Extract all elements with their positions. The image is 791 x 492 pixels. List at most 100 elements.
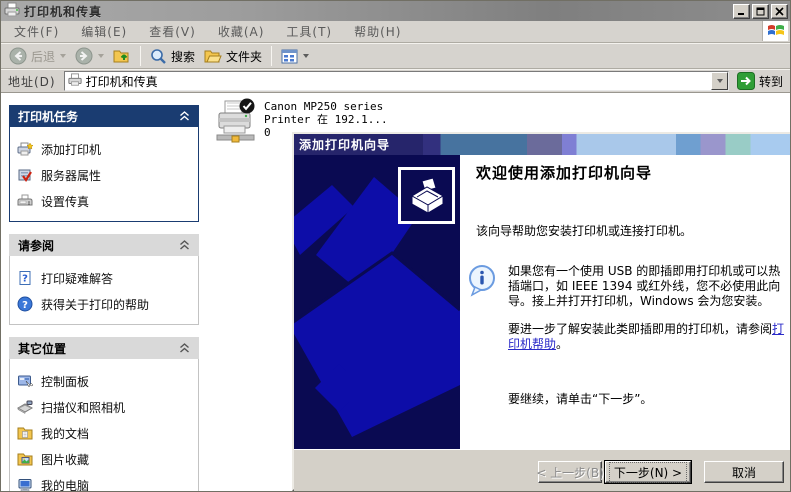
sidebar-item-my-computer[interactable]: 我的电脑 — [17, 472, 193, 491]
section-header-printer-tasks[interactable]: 打印机任务 — [9, 105, 199, 127]
wizard-watermark — [294, 155, 460, 449]
sidebar-item-label: 获得关于打印的帮助 — [41, 297, 150, 312]
menu-edit[interactable]: 编辑(E) — [70, 21, 138, 42]
printer-doc-count: 0 — [264, 126, 271, 139]
sidebar-item-control-panel[interactable]: 控制面板 — [17, 368, 193, 394]
control-panel-icon — [17, 373, 34, 389]
address-combo[interactable] — [63, 71, 729, 91]
section-header-other-places[interactable]: 其它位置 — [9, 337, 199, 359]
sidebar-item-label: 我的文档 — [41, 426, 90, 441]
wizard-printer-icon — [398, 167, 455, 224]
sidebar-item-get-help[interactable]: ? 获得关于打印的帮助 — [17, 291, 193, 317]
sidebar-item-scanners-cameras[interactable]: 扫描仪和照相机 — [16, 394, 193, 420]
add-printer-wizard-dialog: 添加打印机向导 欢迎使用添加打印机向导 该向导帮助您安装打印机或连接打印机。 如… — [292, 132, 790, 491]
address-input[interactable] — [85, 74, 707, 88]
wizard-intro: 该向导帮助您安装打印机或连接打印机。 — [476, 224, 693, 238]
sidebar-item-troubleshoot[interactable]: ? 打印疑难解答 — [17, 265, 193, 291]
views-icon — [281, 49, 298, 63]
troubleshoot-icon: ? — [17, 270, 33, 286]
svg-text:?: ? — [22, 274, 28, 285]
scanner-camera-icon — [16, 399, 34, 415]
default-printer-icon — [215, 98, 257, 147]
maximize-button[interactable] — [752, 3, 769, 19]
close-icon — [775, 6, 784, 16]
server-properties-icon — [17, 167, 33, 183]
close-button[interactable] — [771, 3, 788, 19]
menu-view[interactable]: 查看(V) — [138, 21, 207, 42]
sidebar-item-label: 扫描仪和照相机 — [41, 400, 126, 415]
section-other-places: 其它位置 控制面板 扫描仪和照相机 我的文档 图片收藏 我的电脑 — [9, 337, 199, 491]
views-button[interactable] — [277, 47, 313, 66]
my-documents-icon — [17, 425, 33, 441]
next-step-button[interactable]: 下一步(N) > — [604, 460, 692, 484]
window-title: 打印机和传真 — [24, 4, 103, 19]
setup-fax-icon — [17, 193, 33, 209]
section-title: 打印机任务 — [18, 109, 79, 124]
section-header-see-also[interactable]: 请参阅 — [9, 234, 199, 256]
printer-icon — [4, 2, 20, 21]
section-title: 请参阅 — [18, 238, 55, 253]
folders-button[interactable]: 文件夹 — [200, 46, 266, 67]
svg-text:?: ? — [22, 300, 28, 311]
printer-name: Canon MP250 series — [264, 100, 384, 113]
toolbar: 后退 搜索 文件夹 — [1, 43, 790, 69]
minimize-button[interactable] — [733, 3, 750, 19]
forward-icon — [75, 47, 93, 65]
printer-icon — [68, 72, 82, 90]
up-folder-icon — [113, 50, 129, 63]
sidebar-item-my-documents[interactable]: 我的文档 — [17, 420, 193, 446]
help-icon: ? — [17, 296, 33, 312]
section-see-also: 请参阅 ? 打印疑难解答 ? 获得关于打印的帮助 — [9, 234, 199, 325]
sidebar-item-setup-fax[interactable]: 设置传真 — [17, 188, 193, 214]
back-button[interactable]: 后退 — [5, 45, 70, 67]
search-button[interactable]: 搜索 — [146, 46, 199, 67]
menu-help[interactable]: 帮助(H) — [343, 21, 412, 42]
address-bar: 地址(D) 转到 — [1, 69, 790, 93]
sidebar-item-label: 添加打印机 — [41, 142, 102, 157]
address-label: 地址(D) — [8, 74, 56, 89]
add-printer-icon — [17, 141, 34, 157]
maximize-icon — [756, 7, 765, 15]
folders-icon — [204, 50, 222, 63]
wizard-title-bar: 添加打印机向导 — [294, 134, 790, 155]
forward-button[interactable] — [71, 45, 108, 67]
address-dropdown-button[interactable] — [710, 72, 728, 90]
menu-bar: 文件(F) 编辑(E) 查看(V) 收藏(A) 工具(T) 帮助(H) — [1, 21, 790, 43]
title-bar: 打印机和传真 — [1, 1, 790, 21]
search-icon — [151, 48, 166, 64]
back-icon — [9, 47, 27, 65]
wizard-continue-text: 要继续，请单击“下一步”。 — [508, 392, 653, 406]
chevron-up-icon — [180, 240, 189, 250]
menu-file[interactable]: 文件(F) — [3, 21, 70, 42]
up-button[interactable] — [109, 46, 135, 66]
wizard-info-paragraph: 如果您有一个使用 USB 的即插即用打印机或可以热插端口，如 IEEE 1394… — [508, 264, 781, 308]
back-dropdown-icon[interactable] — [60, 54, 67, 58]
forward-dropdown-icon[interactable] — [98, 54, 105, 58]
chevron-down-icon — [716, 79, 723, 83]
menu-favorites[interactable]: 收藏(A) — [207, 21, 276, 42]
printer-status: Printer 在 192.1... — [264, 113, 388, 126]
sidebar-item-my-pictures[interactable]: 图片收藏 — [17, 446, 193, 472]
go-icon — [736, 72, 755, 90]
info-icon — [467, 264, 497, 407]
task-sidebar: 打印机任务 添加打印机 服务器属性 设置传真 请参阅 ? 打印疑难解答 ? 获得… — [1, 93, 207, 491]
sidebar-item-label: 我的电脑 — [41, 478, 90, 492]
printers-faxes-window: 打印机和传真 文件(F) 编辑(E) 查看(V) 收藏(A) 工具(T) 帮助(… — [0, 0, 791, 492]
go-button[interactable]: 转到 — [733, 72, 787, 90]
sidebar-item-add-printer[interactable]: 添加打印机 — [17, 136, 193, 162]
sidebar-item-label: 服务器属性 — [41, 168, 102, 183]
wizard-help-prefix: 要进一步了解安装此类即插即用的打印机，请参阅 — [508, 322, 773, 336]
section-printer-tasks: 打印机任务 添加打印机 服务器属性 设置传真 — [9, 105, 199, 222]
folders-label: 文件夹 — [226, 49, 263, 64]
back-step-button[interactable]: < 上一步(B) — [536, 461, 604, 483]
sidebar-item-server-properties[interactable]: 服务器属性 — [17, 162, 193, 188]
section-title: 其它位置 — [18, 341, 67, 356]
chevron-up-icon — [180, 343, 189, 353]
minimize-icon — [738, 12, 744, 15]
menu-tools[interactable]: 工具(T) — [275, 21, 343, 42]
cancel-button[interactable]: 取消 — [704, 461, 784, 483]
wizard-help-suffix: 。 — [556, 337, 569, 351]
views-dropdown-icon[interactable] — [303, 54, 310, 58]
folder-content: 打印机任务 添加打印机 服务器属性 设置传真 请参阅 ? 打印疑难解答 ? 获得… — [1, 93, 790, 491]
chevron-up-icon — [180, 111, 189, 121]
